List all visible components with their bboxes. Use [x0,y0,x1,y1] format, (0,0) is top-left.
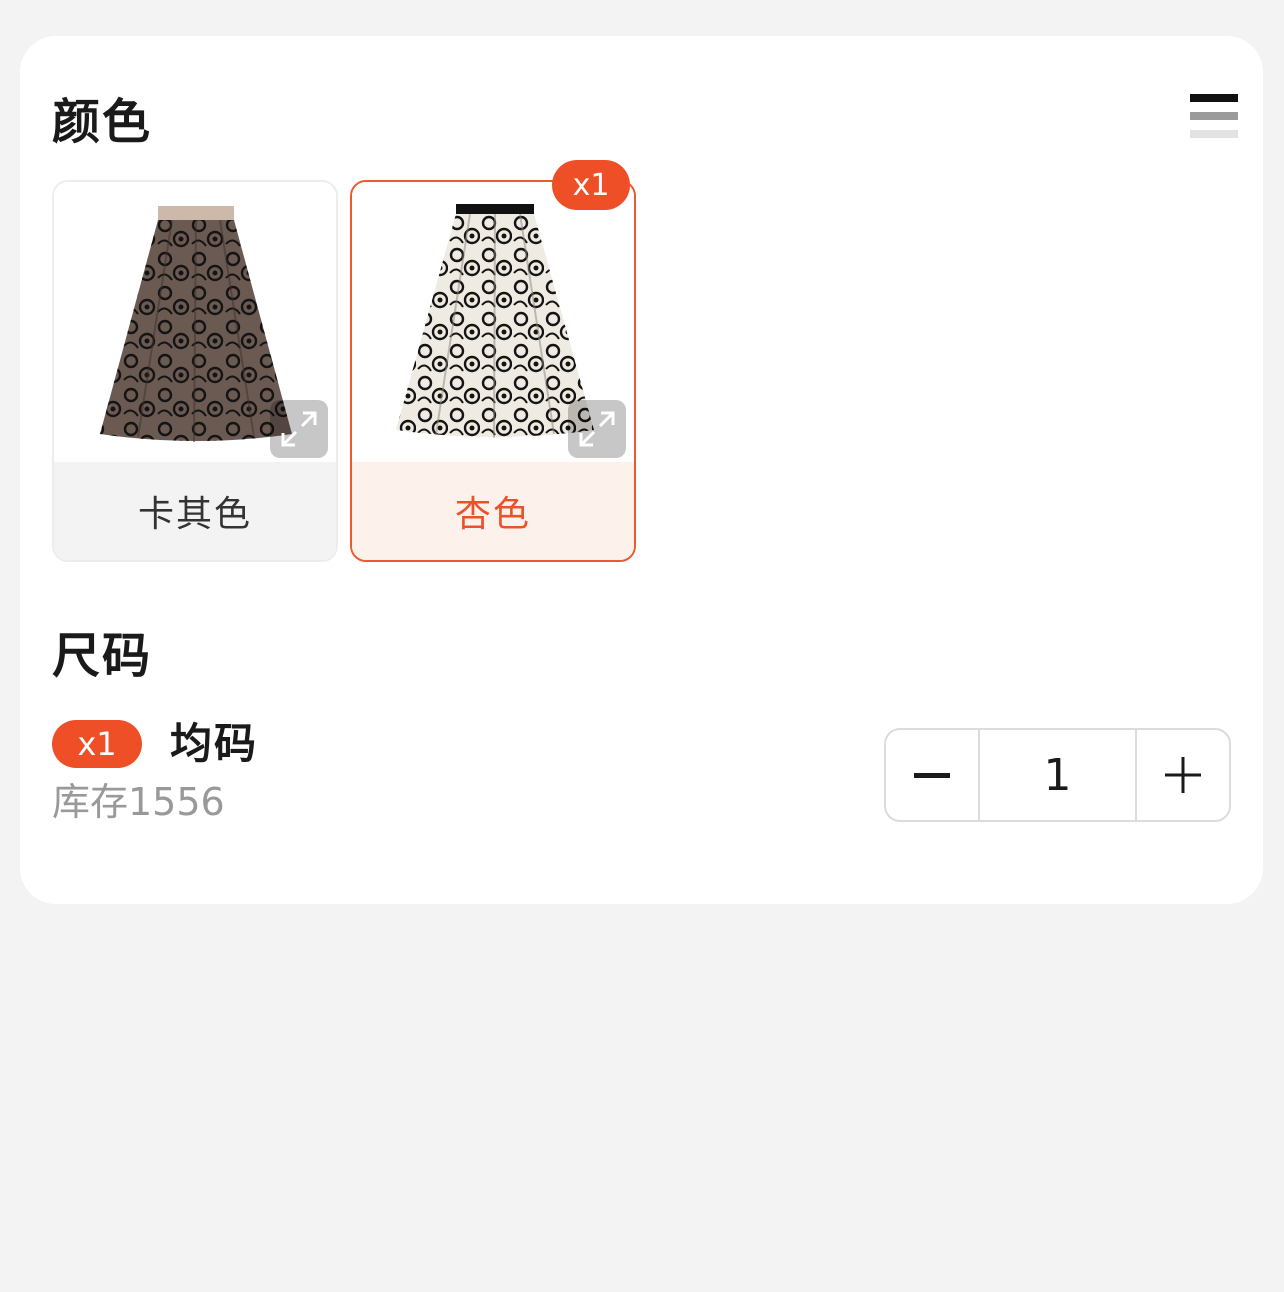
decrement-button[interactable] [886,730,978,820]
color-option-label: 卡其色 [54,462,336,560]
minus-icon [914,773,950,778]
selected-quantity-badge: x1 [552,160,630,210]
size-quantity-badge: x1 [52,720,142,768]
product-image-khaki [54,182,336,464]
expand-icon[interactable] [568,400,626,458]
size-section-title: 尺码 [52,628,153,684]
stock-count: 库存1556 [52,780,225,824]
plus-icon [1165,757,1201,793]
color-option-khaki[interactable]: 卡其色 [52,180,338,562]
list-view-icon[interactable] [1190,92,1240,142]
color-option-label: 杏色 [352,462,634,560]
product-image-apricot [352,182,634,464]
size-option-name: 均码 [170,719,259,768]
sku-selector-card: 颜色 卡其色 杏色 x1 尺码 x1 均码 库存1556 1 [20,36,1263,904]
quantity-input[interactable]: 1 [978,730,1137,820]
color-section-title: 颜色 [52,94,153,150]
expand-icon[interactable] [270,400,328,458]
quantity-stepper: 1 [884,728,1231,822]
increment-button[interactable] [1137,730,1229,820]
color-option-apricot[interactable]: 杏色 [350,180,636,562]
